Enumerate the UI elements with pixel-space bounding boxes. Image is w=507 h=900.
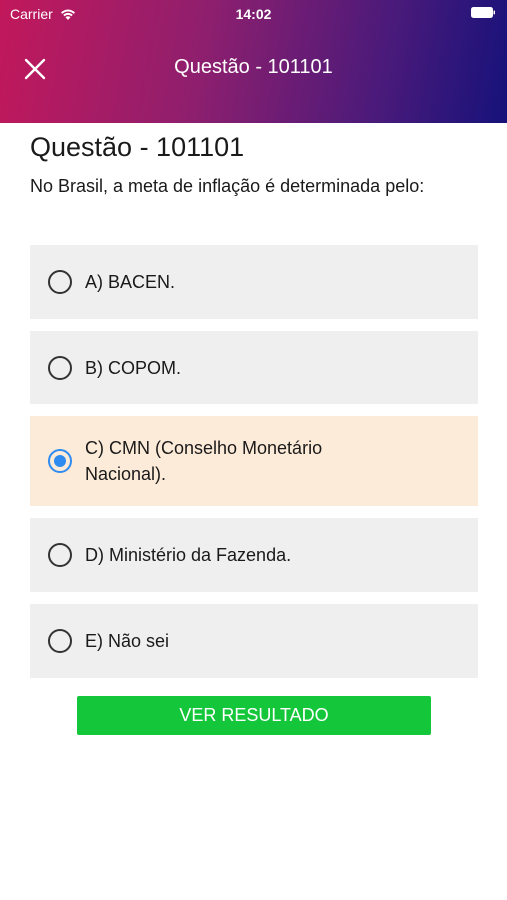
option-label: E) Não sei [85, 631, 170, 651]
radio-button[interactable] [48, 629, 72, 653]
option-c[interactable]: C) CMN (Conselho Monetário Nacional). [30, 416, 478, 506]
option-label: C) CMN (Conselho Monetário Nacional). [85, 438, 323, 484]
option-label: B) COPOM. [85, 357, 182, 378]
radio-button[interactable] [48, 270, 72, 294]
option-d[interactable]: D) Ministério da Fazenda. [30, 518, 478, 592]
status-bar: Carrier 14:02 [0, 0, 507, 28]
radio-button-selected[interactable] [48, 449, 72, 473]
radio-button[interactable] [48, 355, 72, 380]
option-label: A) BACEN. [85, 272, 176, 292]
battery-icon [471, 7, 495, 18]
radio-button[interactable] [48, 543, 72, 567]
option-a[interactable]: A) BACEN. [30, 245, 478, 319]
question-text: No Brasil, a meta de inflação é determin… [30, 176, 425, 196]
see-result-button[interactable]: VER RESULTADO [77, 696, 431, 735]
status-time: 14:02 [235, 6, 272, 22]
option-b[interactable]: B) COPOM. [30, 331, 478, 404]
question-title: Questão - 101101 [30, 132, 245, 162]
option-e[interactable]: E) Não sei [30, 604, 478, 678]
nav-title: Questão - 101101 [174, 56, 333, 78]
option-label: D) Ministério da Fazenda. [85, 545, 292, 565]
radio-dot [54, 455, 66, 467]
header: Carrier 14:02 Questão - 101101 [0, 0, 507, 123]
